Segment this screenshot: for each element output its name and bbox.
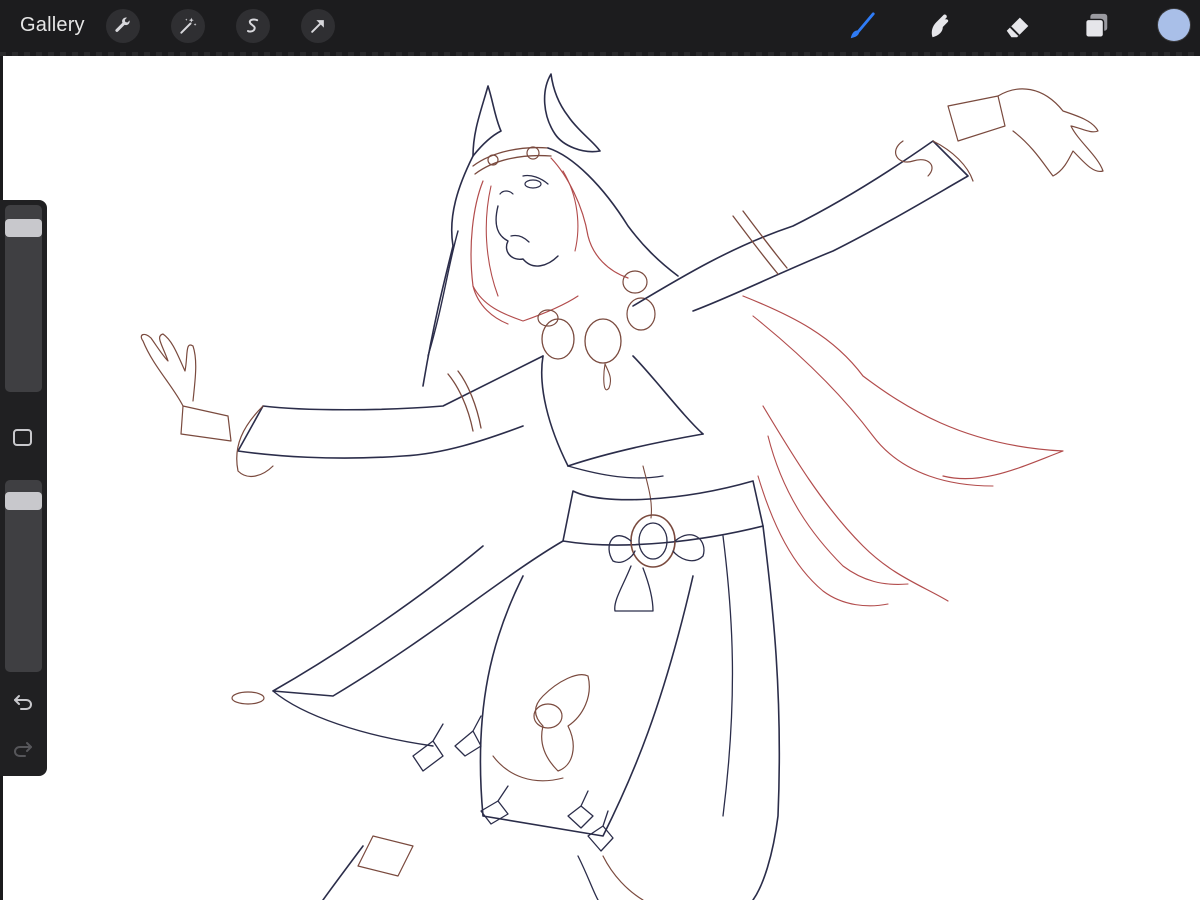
top-toolbar: Gallery xyxy=(0,0,1200,52)
selection-icon xyxy=(247,18,259,33)
layers-tool[interactable] xyxy=(1078,8,1114,44)
brush-icon xyxy=(850,12,875,39)
eraser-tool[interactable] xyxy=(1000,8,1036,44)
redo-icon[interactable] xyxy=(11,736,35,760)
left-sidebar xyxy=(0,200,47,776)
line-art-drawing xyxy=(140,73,1104,900)
adjustments-button[interactable] xyxy=(171,9,205,43)
square-modifier-icon[interactable] xyxy=(13,429,32,446)
opacity-thumb[interactable] xyxy=(5,492,42,511)
transform-arrow-icon xyxy=(311,20,324,33)
smudge-icon xyxy=(931,14,949,38)
eraser-icon xyxy=(1006,17,1029,38)
layers-icon xyxy=(1084,13,1108,38)
drawing-canvas[interactable] xyxy=(3,56,1200,900)
undo-icon[interactable] xyxy=(11,689,35,713)
wrench-icon xyxy=(115,17,130,32)
smudge-tool[interactable] xyxy=(922,8,958,44)
actions-button[interactable] xyxy=(106,9,140,43)
brush-tool[interactable] xyxy=(844,8,880,44)
magic-wand-icon xyxy=(180,17,197,34)
gallery-button[interactable]: Gallery xyxy=(20,12,85,38)
transform-button[interactable] xyxy=(301,9,335,43)
brush-size-thumb[interactable] xyxy=(5,218,42,237)
color-picker-button[interactable] xyxy=(1158,9,1190,41)
selection-button[interactable] xyxy=(236,9,270,43)
